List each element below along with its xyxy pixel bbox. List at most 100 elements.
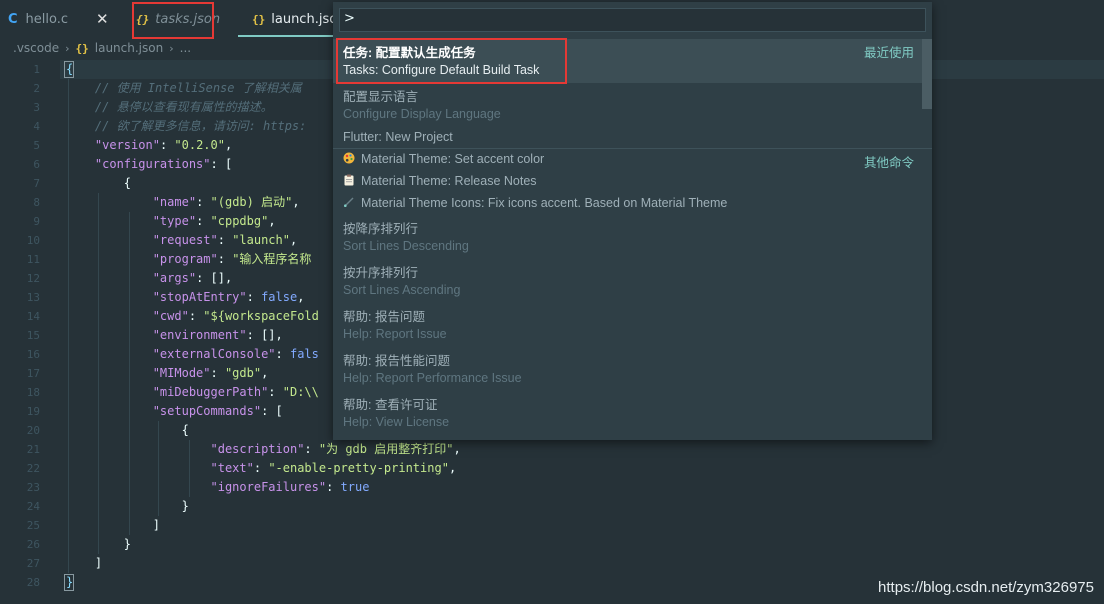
code-text: { <box>66 421 189 440</box>
line-number: 8 <box>33 196 40 209</box>
code-token: // 欲了解更多信息，请访问: https: <box>66 119 307 133</box>
code-token: "D:\\ <box>282 385 319 399</box>
line-number: 6 <box>33 158 40 171</box>
code-text: "ignoreFailures": true <box>66 478 370 497</box>
code-token: "program" <box>152 252 218 266</box>
code-token: : <box>159 138 175 152</box>
json-braces-icon: {} <box>252 12 266 26</box>
breadcrumb-trail[interactable]: ... <box>180 41 191 55</box>
code-text: "name": "(gdb) 启动", <box>66 193 300 212</box>
chevron-right-icon: › <box>65 41 70 55</box>
c-language-icon: C <box>8 11 18 27</box>
code-text: "program": "输入程序名称 <box>66 250 312 269</box>
code-token: , <box>292 195 300 209</box>
code-text: { <box>66 60 73 79</box>
code-token: : <box>217 233 233 247</box>
code-token: , <box>453 442 461 456</box>
code-token: "stopAtEntry" <box>152 290 247 304</box>
command-title-text: 按升序排列行 <box>343 266 419 280</box>
code-token: : [], <box>246 328 283 342</box>
line-number: 25 <box>26 519 40 532</box>
tab-hello-c[interactable]: C hello.c ✕ <box>8 0 109 38</box>
line-number: 15 <box>26 329 40 342</box>
code-token: fals <box>289 347 319 361</box>
command-title: 帮助: 报告性能问题 <box>343 350 450 369</box>
command-item[interactable]: 按升序排列行 Sort Lines Ascending <box>333 259 932 303</box>
line-number: 19 <box>26 405 40 418</box>
code-token: false <box>261 290 298 304</box>
line-number: 7 <box>33 177 40 190</box>
code-token: "ignoreFailures" <box>210 480 327 494</box>
command-subtitle: Configure Display Language <box>343 107 501 121</box>
code-line[interactable]: 22 "text": "-enable-pretty-printing", <box>0 459 1104 478</box>
command-title: Material Theme: Release Notes <box>343 174 537 188</box>
command-item[interactable]: Material Theme: Set accent color 其他命令 <box>333 149 932 171</box>
code-token: "externalConsole" <box>152 347 276 361</box>
code-line[interactable]: 26 } <box>0 535 1104 554</box>
code-token: // 使用 IntelliSense 了解相关属 <box>66 81 302 95</box>
code-token: "request" <box>152 233 218 247</box>
line-number: 10 <box>26 234 40 247</box>
command-item[interactable]: 帮助: 报告性能问题 Help: Report Performance Issue <box>333 347 932 391</box>
code-token: ] <box>66 518 160 532</box>
command-title-text: Material Theme: Set accent color <box>361 152 545 166</box>
command-palette-input[interactable]: > <box>339 8 926 32</box>
breadcrumb-folder[interactable]: .vscode <box>13 41 59 55</box>
code-token: "cppdbg" <box>210 214 269 228</box>
code-token: , <box>289 233 298 247</box>
scrollbar-thumb[interactable] <box>922 39 932 109</box>
code-token: : [ <box>261 404 283 418</box>
line-number: 26 <box>26 538 40 551</box>
breadcrumb-file[interactable]: launch.json <box>95 41 163 55</box>
code-text: "stopAtEntry": false, <box>66 288 305 307</box>
command-item[interactable]: 配置显示语言 Configure Display Language <box>333 83 932 127</box>
paintbrush-icon <box>343 196 361 210</box>
line-number: 14 <box>26 310 40 323</box>
command-title-text: 帮助: 报告性能问题 <box>343 354 450 368</box>
code-text: "text": "-enable-pretty-printing", <box>66 459 457 478</box>
breadcrumb: .vscode › {} launch.json › ... <box>13 39 191 57</box>
code-text: "miDebuggerPath": "D:\\ <box>66 383 319 402</box>
code-text: // 悬停以查看现有属性的描述。 <box>66 98 273 117</box>
code-text: "MIMode": "gdb", <box>66 364 269 383</box>
command-item[interactable]: 帮助: 报告问题 Help: Report Issue <box>333 303 932 347</box>
code-line[interactable]: 23 "ignoreFailures": true <box>0 478 1104 497</box>
command-subtitle: Sort Lines Ascending <box>343 283 461 297</box>
code-token: : <box>196 214 211 228</box>
code-text: "externalConsole": fals <box>66 345 319 364</box>
code-token: "version" <box>94 138 160 152</box>
code-token: "MIMode" <box>152 366 211 380</box>
command-item[interactable]: Material Theme: Release Notes <box>333 171 932 193</box>
code-line[interactable]: 24 } <box>0 497 1104 516</box>
line-number: 22 <box>26 462 40 475</box>
code-token: { <box>66 176 132 190</box>
code-line[interactable]: 27 ] <box>0 554 1104 573</box>
code-token: : <box>326 480 341 494</box>
code-line[interactable]: 21 "description": "为 gdb 启用整齐打印", <box>0 440 1104 459</box>
code-token: , <box>448 461 457 475</box>
line-number: 13 <box>26 291 40 304</box>
code-token: "${workspaceFold <box>203 309 319 323</box>
command-title: 配置显示语言 <box>343 86 418 105</box>
line-number: 20 <box>26 424 40 437</box>
command-item[interactable]: 按降序排列行 Sort Lines Descending <box>333 215 932 259</box>
code-token: : <box>188 309 204 323</box>
command-title-text: Flutter: New Project <box>343 130 453 144</box>
line-number: 1 <box>33 63 40 76</box>
close-icon[interactable]: ✕ <box>96 10 109 28</box>
code-text: "args": [], <box>66 269 232 288</box>
tab-launch-json[interactable]: {} launch.json <box>252 0 345 38</box>
command-item[interactable]: Flutter: New Project <box>333 127 932 149</box>
command-item[interactable]: 帮助: 查看许可证 Help: View License <box>333 391 932 435</box>
code-line[interactable]: 25 ] <box>0 516 1104 535</box>
command-item[interactable]: Material Theme Icons: Fix icons accent. … <box>333 193 932 215</box>
code-token: "setupCommands" <box>152 404 262 418</box>
code-text: ] <box>66 516 160 535</box>
